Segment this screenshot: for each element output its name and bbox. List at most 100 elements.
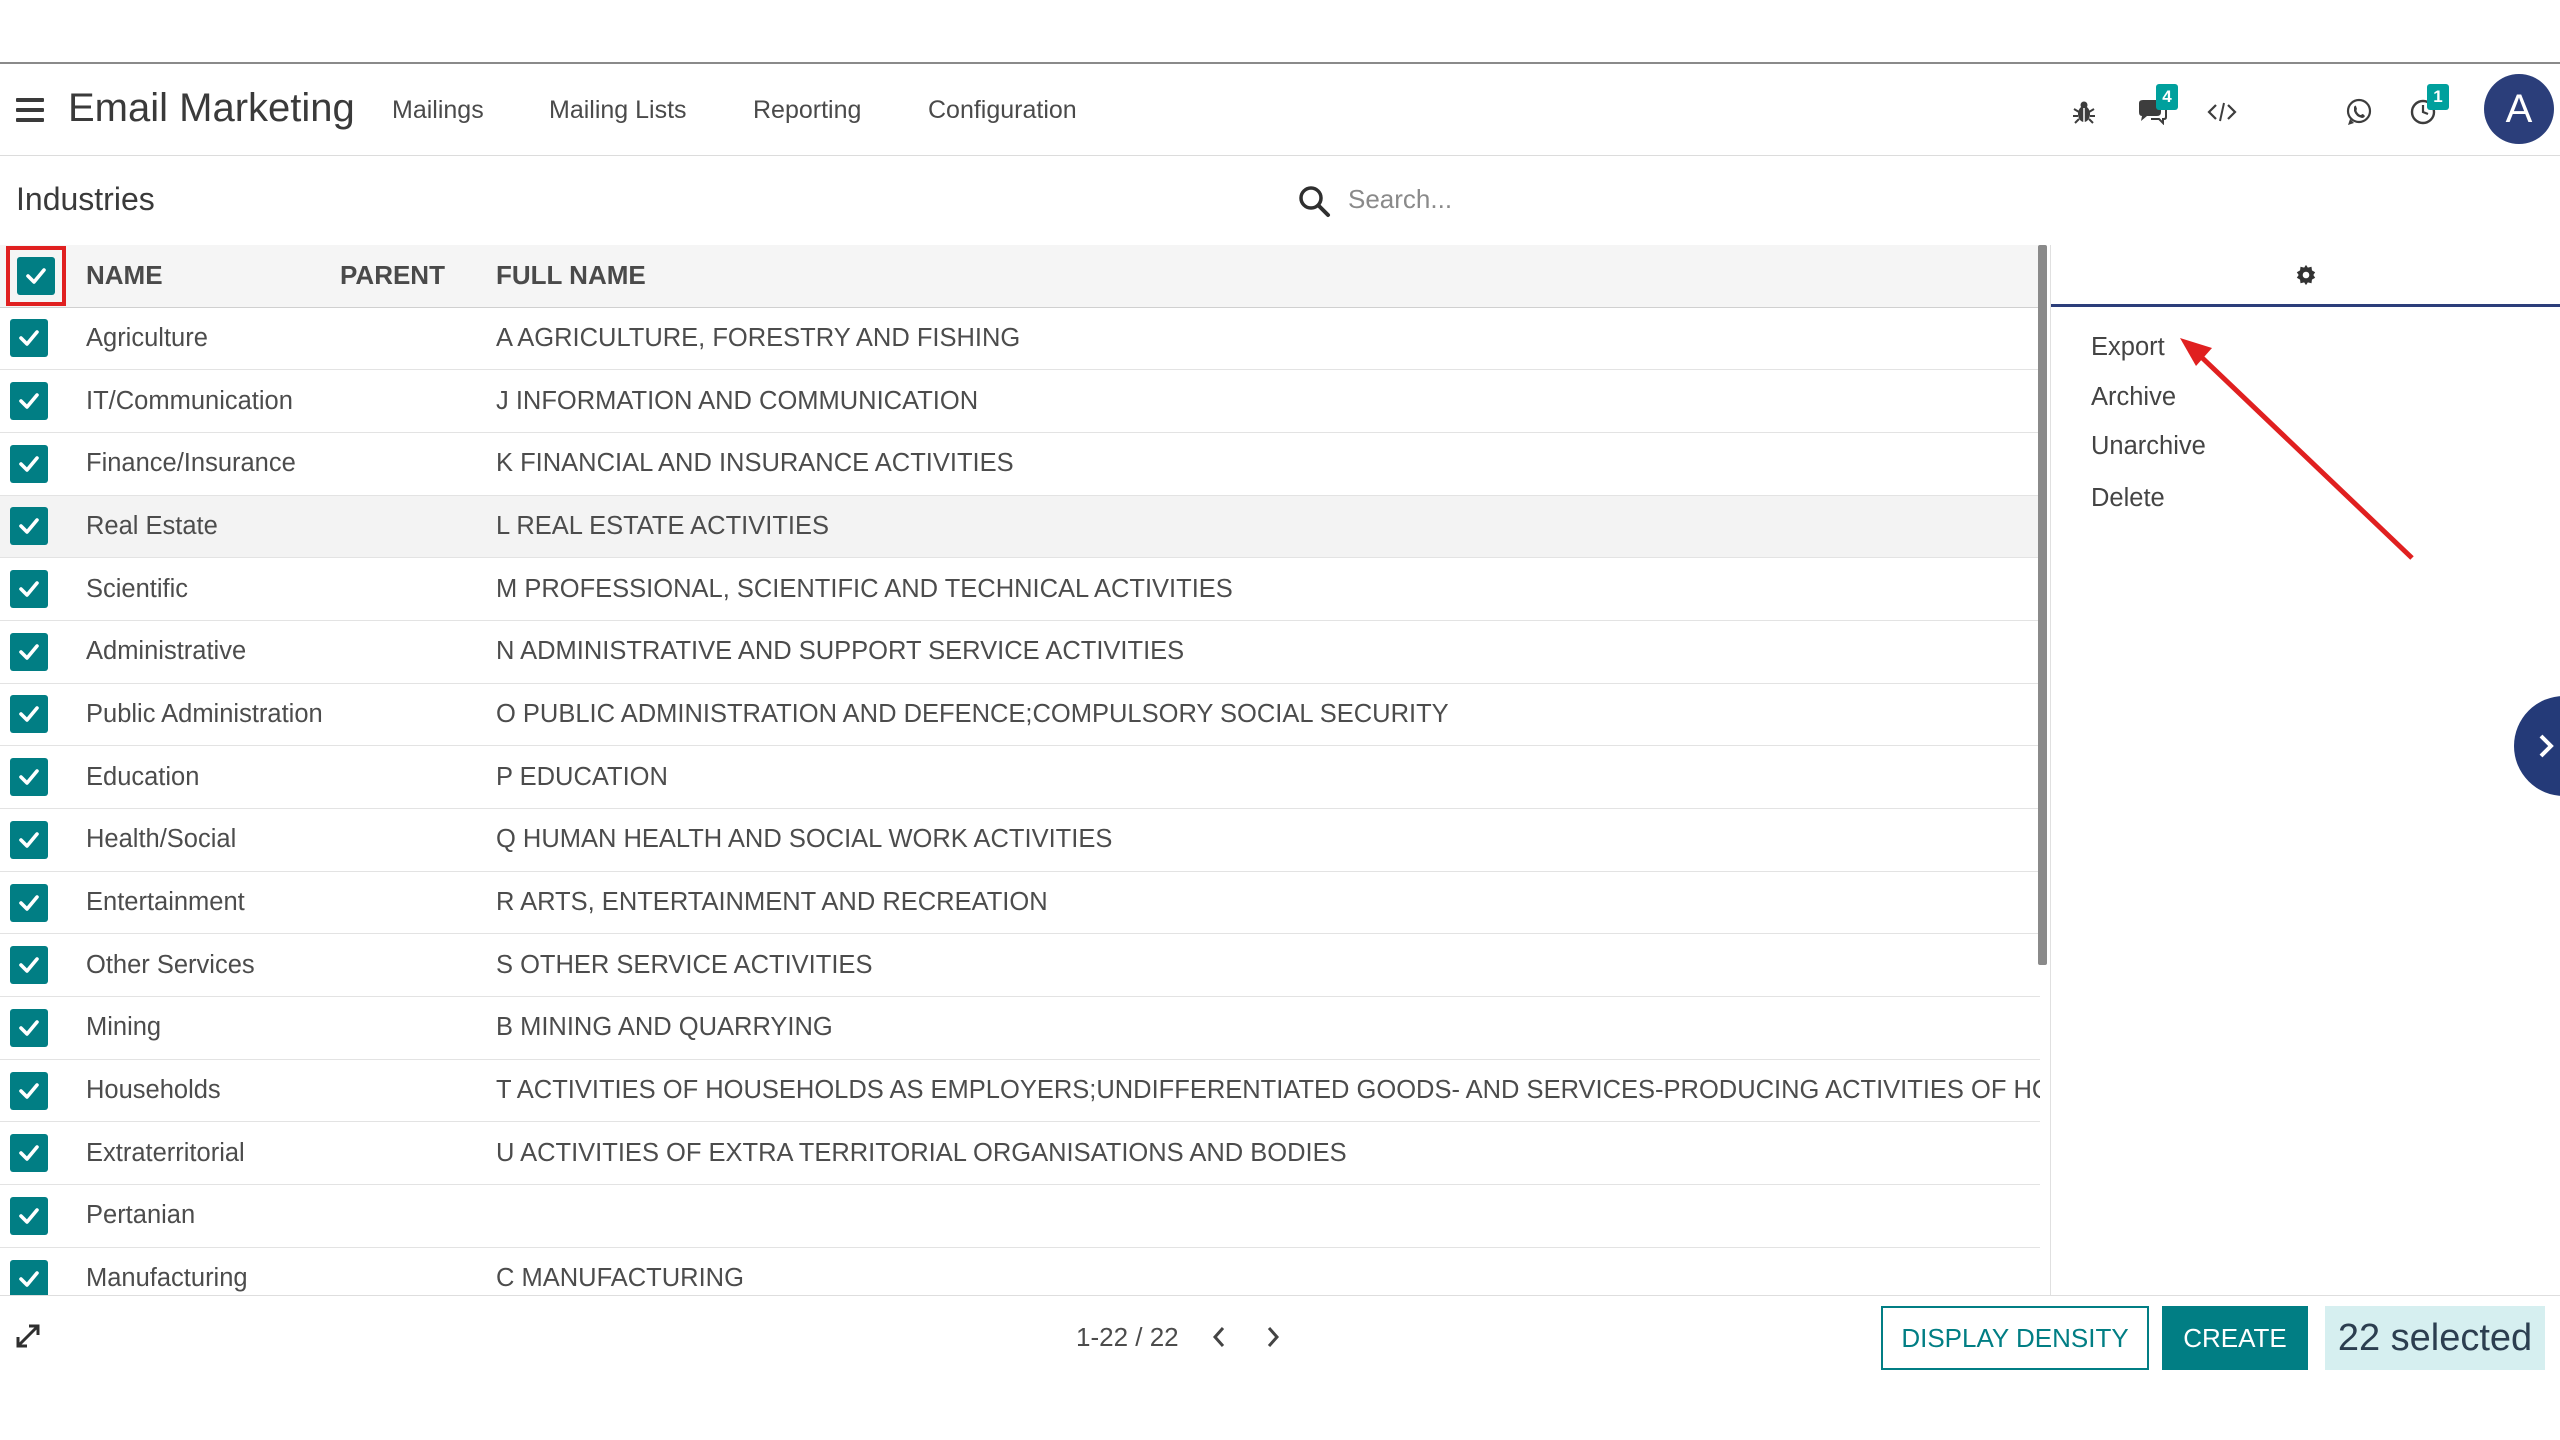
row-checkbox[interactable] bbox=[10, 1196, 48, 1235]
cell-name[interactable]: Education bbox=[70, 746, 340, 809]
cell-name[interactable]: Other Services bbox=[70, 934, 340, 997]
table-row[interactable]: Pertanian bbox=[0, 1185, 2040, 1248]
pager-previous-button[interactable] bbox=[1204, 1322, 1234, 1352]
cell-parent[interactable] bbox=[340, 683, 496, 746]
cell-full-name[interactable]: K FINANCIAL AND INSURANCE ACTIVITIES bbox=[496, 432, 2040, 495]
gear-icon[interactable] bbox=[2295, 264, 2317, 286]
cell-name[interactable]: Health/Social bbox=[70, 809, 340, 872]
cell-full-name[interactable]: O PUBLIC ADMINISTRATION AND DEFENCE;COMP… bbox=[496, 683, 2040, 746]
row-checkbox[interactable] bbox=[10, 382, 48, 421]
display-density-button[interactable]: DISPLAY DENSITY bbox=[1881, 1306, 2149, 1370]
table-row[interactable]: Scientific M PROFESSIONAL, SCIENTIFIC AND… bbox=[0, 558, 2040, 621]
cell-full-name[interactable] bbox=[496, 1185, 2040, 1248]
cell-full-name[interactable]: B MINING AND QUARRYING bbox=[496, 997, 2040, 1060]
cell-name[interactable]: Agriculture bbox=[70, 307, 340, 370]
row-checkbox[interactable] bbox=[10, 444, 48, 483]
table-row[interactable]: Mining B MINING AND QUARRYING bbox=[0, 997, 2040, 1060]
row-checkbox[interactable] bbox=[10, 1134, 48, 1173]
cell-parent[interactable] bbox=[340, 1122, 496, 1185]
action-delete[interactable]: Delete bbox=[2091, 484, 2165, 513]
row-checkbox[interactable] bbox=[10, 1071, 48, 1110]
row-checkbox[interactable] bbox=[10, 632, 48, 671]
menu-configuration[interactable]: Configuration bbox=[928, 96, 1077, 125]
menu-reporting[interactable]: Reporting bbox=[753, 96, 861, 125]
cell-name[interactable]: Mining bbox=[70, 997, 340, 1060]
pager-value[interactable]: 1-22 / 22 bbox=[1076, 1322, 1179, 1353]
table-row[interactable]: Finance/Insurance K FINANCIAL AND INSURAN… bbox=[0, 432, 2040, 496]
column-header-parent[interactable]: PARENT bbox=[340, 245, 496, 308]
action-unarchive[interactable]: Unarchive bbox=[2091, 432, 2206, 461]
row-checkbox[interactable] bbox=[10, 820, 48, 859]
cell-parent[interactable] bbox=[340, 307, 496, 370]
table-row[interactable]: Households T ACTIVITIES OF HOUSEHOLDS AS … bbox=[0, 1059, 2040, 1122]
cell-name[interactable]: Administrative bbox=[70, 620, 340, 683]
cell-full-name[interactable]: U ACTIVITIES OF EXTRA TERRITORIAL ORGANI… bbox=[496, 1122, 2040, 1185]
cell-parent[interactable] bbox=[340, 934, 496, 997]
table-row[interactable]: Health/Social Q HUMAN HEALTH AND SOCIAL W… bbox=[0, 809, 2040, 872]
cell-parent[interactable] bbox=[340, 495, 496, 558]
cell-parent[interactable] bbox=[340, 1059, 496, 1122]
row-checkbox[interactable] bbox=[10, 319, 48, 358]
cell-parent[interactable] bbox=[340, 1185, 496, 1248]
avatar[interactable]: A bbox=[2484, 74, 2554, 144]
pager-next-button[interactable] bbox=[1258, 1322, 1288, 1352]
table-row[interactable]: Public Administration O PUBLIC ADMINISTRA… bbox=[0, 683, 2040, 746]
cell-full-name[interactable]: S OTHER SERVICE ACTIVITIES bbox=[496, 934, 2040, 997]
select-all-checkbox[interactable] bbox=[17, 256, 55, 295]
table-row[interactable]: Administrative N ADMINISTRATIVE AND SUPPO… bbox=[0, 620, 2040, 684]
cell-full-name[interactable]: N ADMINISTRATIVE AND SUPPORT SERVICE ACT… bbox=[496, 620, 2040, 683]
row-checkbox[interactable] bbox=[10, 695, 48, 734]
table-row[interactable]: Other Services S OTHER SERVICE ACTIVITIES bbox=[0, 934, 2040, 997]
cell-parent[interactable] bbox=[340, 620, 496, 683]
row-checkbox[interactable] bbox=[10, 1259, 48, 1295]
cell-full-name[interactable]: L REAL ESTATE ACTIVITIES bbox=[496, 495, 2040, 558]
list-scrollbar[interactable] bbox=[2038, 245, 2047, 965]
row-checkbox[interactable] bbox=[10, 1008, 48, 1047]
row-checkbox[interactable] bbox=[10, 758, 48, 797]
cell-name[interactable]: IT/Communication bbox=[70, 370, 340, 433]
cell-parent[interactable] bbox=[340, 746, 496, 809]
table-row[interactable]: Extraterritorial U ACTIVITIES OF EXTRA TE… bbox=[0, 1122, 2040, 1185]
cell-name[interactable]: Extraterritorial bbox=[70, 1122, 340, 1185]
cell-name[interactable]: Public Administration bbox=[70, 683, 340, 746]
cell-full-name[interactable]: M PROFESSIONAL, SCIENTIFIC AND TECHNICAL… bbox=[496, 558, 2040, 621]
table-row[interactable]: Education P EDUCATION bbox=[0, 746, 2040, 809]
menu-mailing-lists[interactable]: Mailing Lists bbox=[549, 96, 687, 125]
app-title[interactable]: Email Marketing bbox=[68, 86, 355, 131]
table-row[interactable]: Entertainment R ARTS, ENTERTAINMENT AND R… bbox=[0, 871, 2040, 934]
row-checkbox[interactable] bbox=[10, 883, 48, 922]
search-icon[interactable] bbox=[1296, 183, 1332, 219]
row-checkbox[interactable] bbox=[10, 946, 48, 985]
action-archive[interactable]: Archive bbox=[2091, 383, 2176, 412]
cell-parent[interactable] bbox=[340, 871, 496, 934]
cell-parent[interactable] bbox=[340, 558, 496, 621]
row-checkbox[interactable] bbox=[10, 507, 48, 546]
clock-icon[interactable]: 1 bbox=[2403, 84, 2449, 132]
whatsapp-icon[interactable] bbox=[2339, 92, 2379, 132]
table-row[interactable]: Agriculture A AGRICULTURE, FORESTRY AND F… bbox=[0, 307, 2040, 370]
action-export[interactable]: Export bbox=[2091, 333, 2165, 362]
cell-parent[interactable] bbox=[340, 432, 496, 495]
cell-full-name[interactable]: Q HUMAN HEALTH AND SOCIAL WORK ACTIVITIE… bbox=[496, 809, 2040, 872]
cell-parent[interactable] bbox=[340, 1247, 496, 1295]
cell-name[interactable]: Pertanian bbox=[70, 1185, 340, 1248]
cell-name[interactable]: Households bbox=[70, 1059, 340, 1122]
code-icon[interactable] bbox=[2202, 92, 2242, 132]
cell-full-name[interactable]: R ARTS, ENTERTAINMENT AND RECREATION bbox=[496, 871, 2040, 934]
cell-parent[interactable] bbox=[340, 809, 496, 872]
table-row[interactable]: IT/Communication J INFORMATION AND COMMUN… bbox=[0, 370, 2040, 433]
cell-parent[interactable] bbox=[340, 370, 496, 433]
cell-full-name[interactable]: J INFORMATION AND COMMUNICATION bbox=[496, 370, 2040, 433]
expand-icon[interactable] bbox=[14, 1322, 42, 1350]
apps-menu-icon[interactable] bbox=[16, 98, 44, 122]
cell-full-name[interactable]: T ACTIVITIES OF HOUSEHOLDS AS EMPLOYERS;… bbox=[496, 1059, 2040, 1122]
menu-mailings[interactable]: Mailings bbox=[392, 96, 484, 125]
cell-name[interactable]: Manufacturing bbox=[70, 1247, 340, 1295]
chat-icon[interactable]: 4 bbox=[2132, 84, 2178, 132]
table-row[interactable]: Manufacturing C MANUFACTURING bbox=[0, 1247, 2040, 1295]
column-header-full-name[interactable]: FULL NAME bbox=[496, 245, 2040, 308]
bug-icon[interactable] bbox=[2064, 92, 2104, 132]
cell-full-name[interactable]: A AGRICULTURE, FORESTRY AND FISHING bbox=[496, 307, 2040, 370]
cell-parent[interactable] bbox=[340, 997, 496, 1060]
cell-name[interactable]: Real Estate bbox=[70, 495, 340, 558]
